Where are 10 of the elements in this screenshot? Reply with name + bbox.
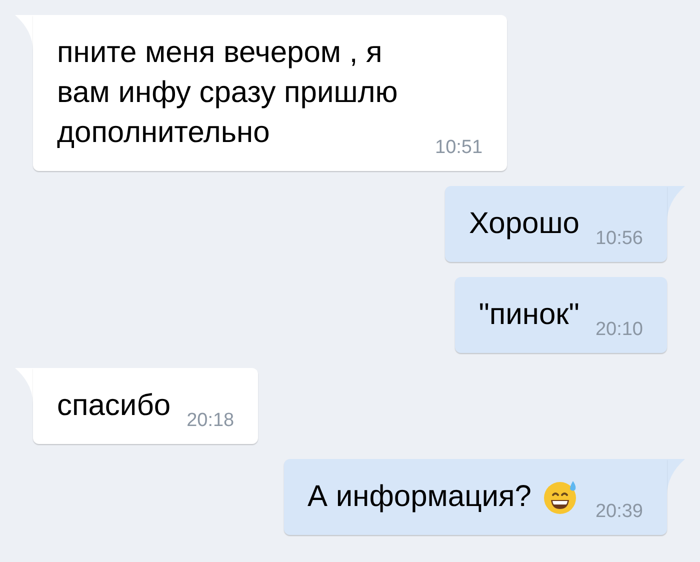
- message-time: 20:10: [595, 318, 643, 342]
- message-text: пните меня вечером , я вам инфу сразу пришлю дополнительно: [57, 35, 399, 151]
- message-text: А информация?: [308, 479, 532, 515]
- message-text: спасибо: [57, 388, 171, 424]
- message-time: 20:18: [186, 409, 234, 433]
- message-text: "пинок": [478, 297, 580, 333]
- message-time: 20:39: [595, 500, 643, 524]
- message-time: 10:51: [435, 136, 483, 160]
- message-text: Хорошо: [468, 206, 580, 242]
- message-time: 10:56: [595, 227, 643, 251]
